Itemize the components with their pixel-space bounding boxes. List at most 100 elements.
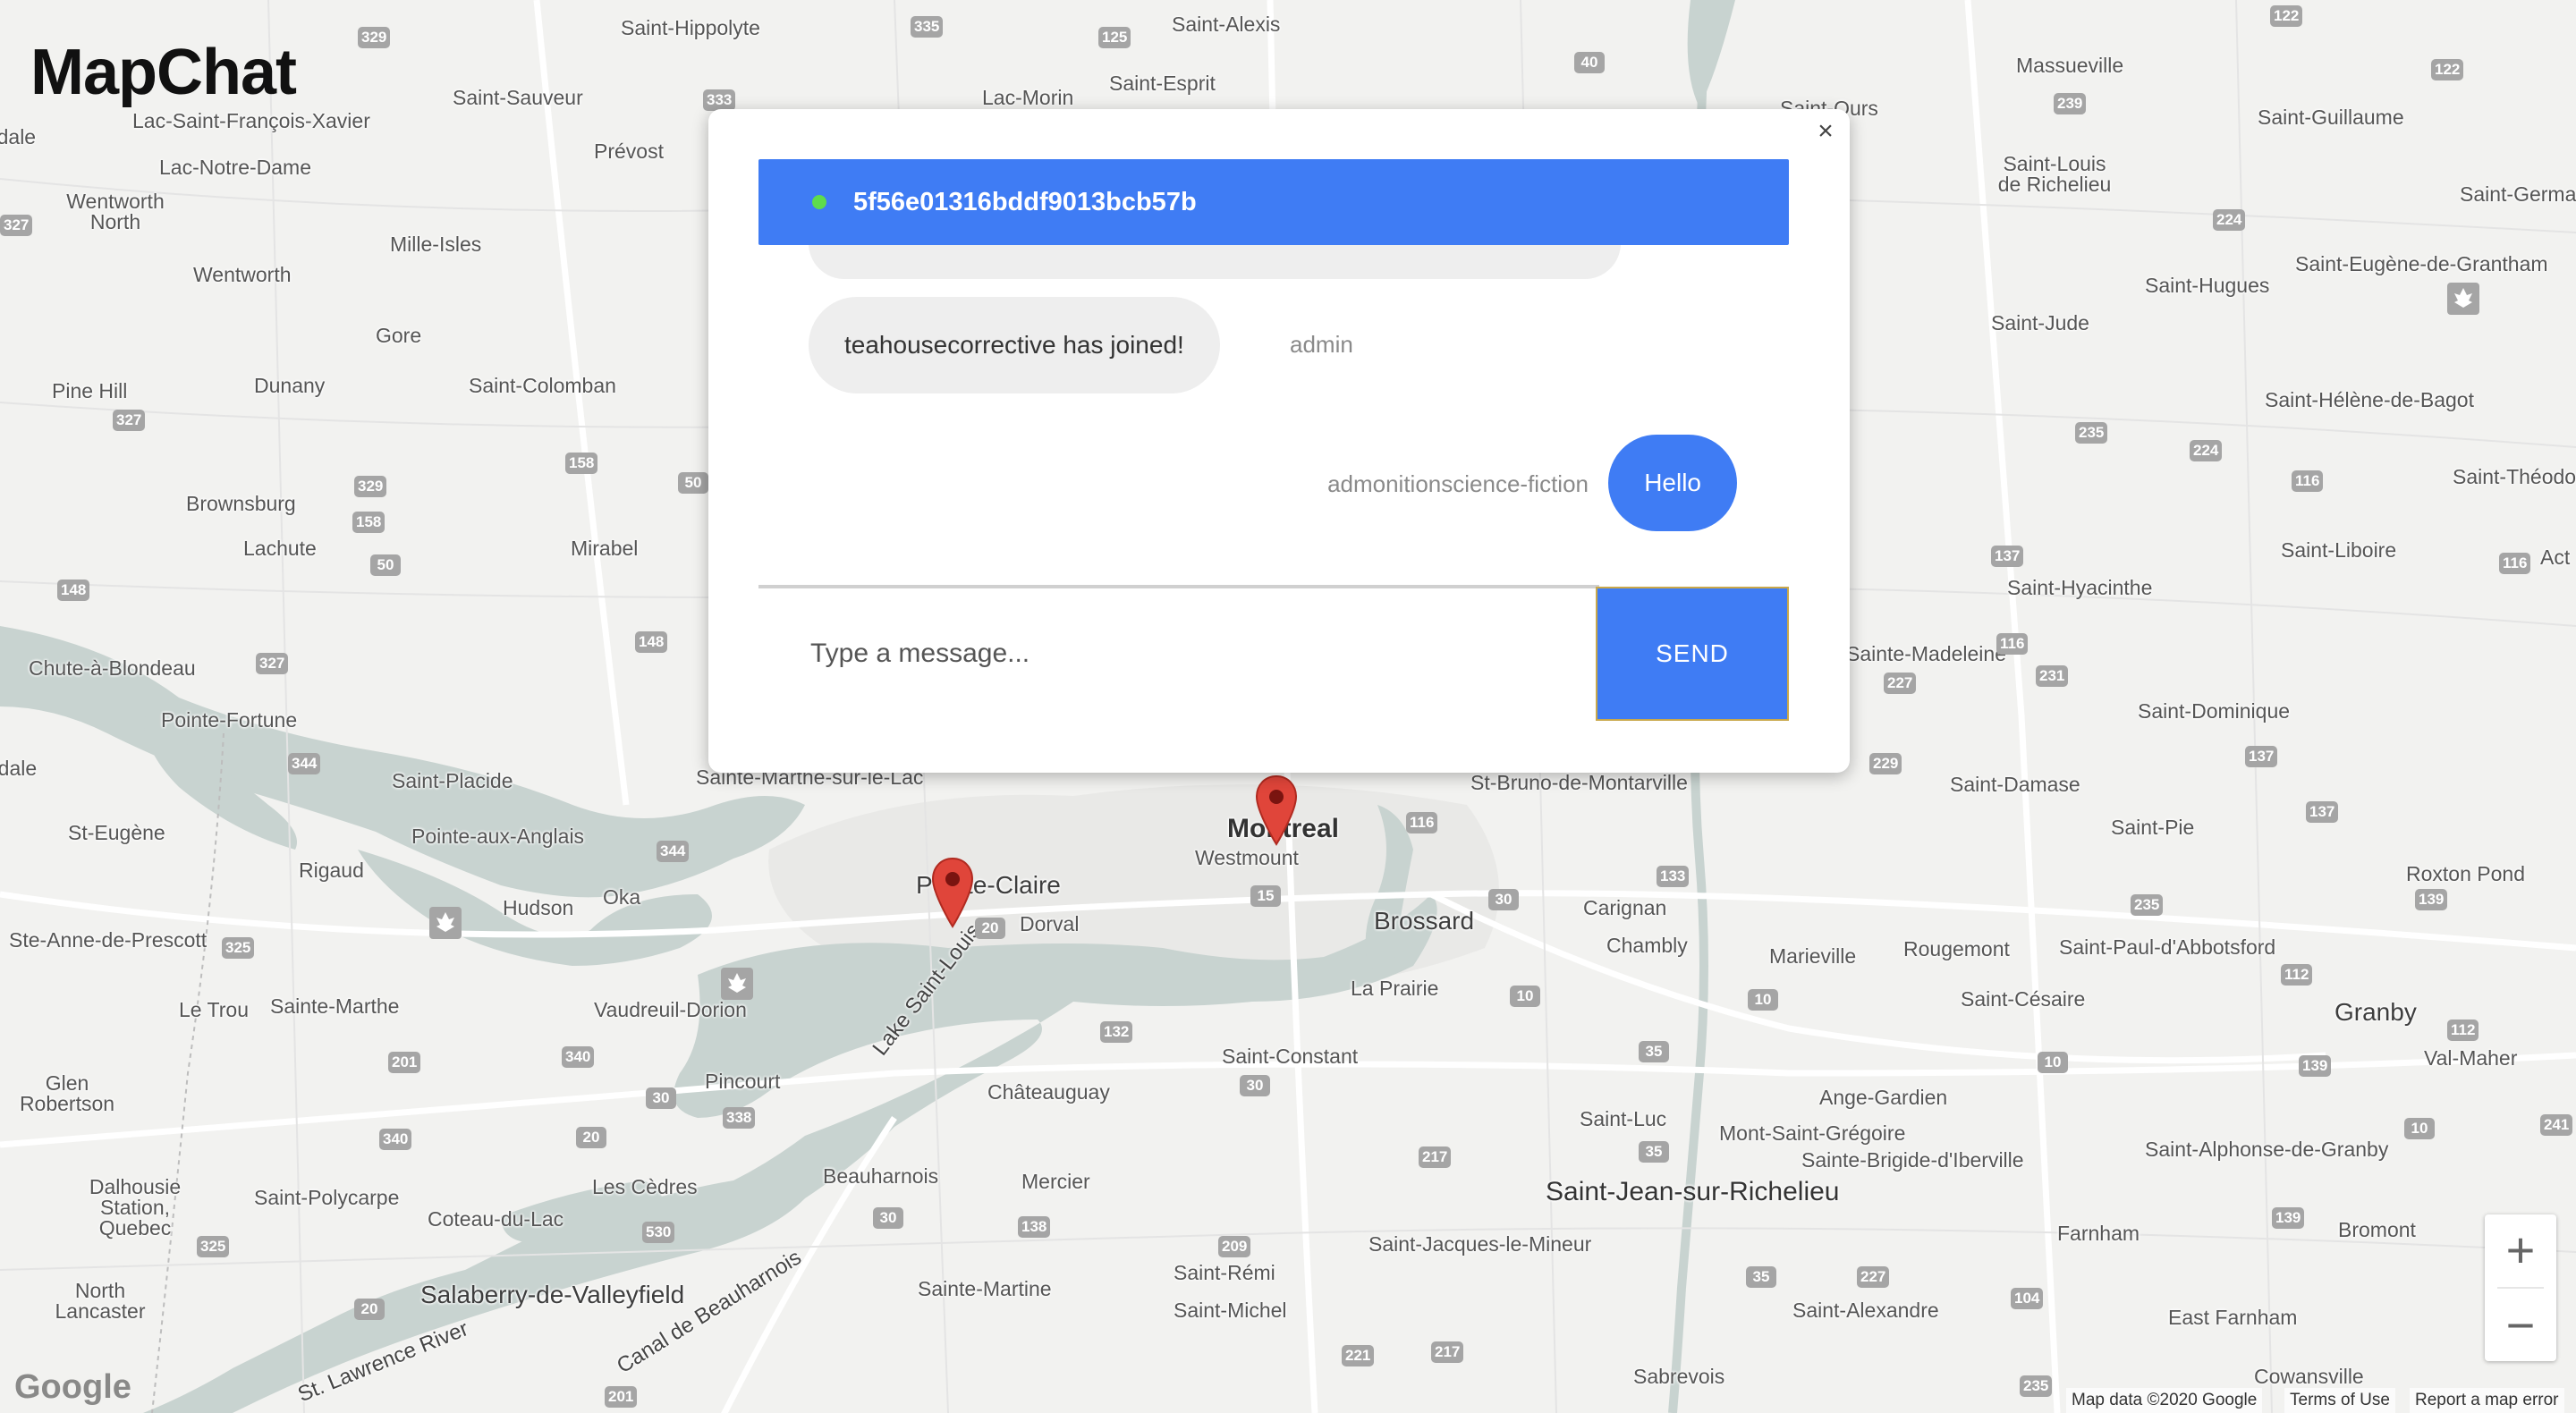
park-icon [2447, 283, 2479, 315]
map-label: Saint-Hugues [2145, 274, 2270, 297]
highway-shield: 125 [1098, 27, 1131, 48]
online-status-icon [812, 195, 826, 209]
highway-shield: 227 [1857, 1266, 1890, 1288]
map-label: Saint-Théodore Quebec [2453, 465, 2576, 488]
highway-shield: 138 [1018, 1216, 1051, 1238]
map-label: Saint-Sauveur [453, 86, 583, 109]
map-label: Saint-Esprit [1109, 72, 1216, 95]
highway-shield: 132 [1100, 1021, 1133, 1043]
map-label: Saint-Placide [392, 769, 513, 792]
highway-shield: 133 [1657, 866, 1690, 887]
message-bubble-partial [809, 245, 1621, 279]
highway-shield: 137 [2245, 746, 2278, 767]
highway-shield: 50 [678, 472, 708, 494]
highway-shield: 335 [911, 16, 944, 38]
highway-shield: 235 [2075, 422, 2108, 444]
map-label: Oka [603, 885, 641, 909]
highway-shield: 104 [2011, 1288, 2044, 1309]
map-label: Saint-Paul-d'Abbotsford [2059, 935, 2276, 959]
map-label: Saint-Luc [1580, 1107, 1667, 1130]
highway-shield: 235 [2020, 1375, 2053, 1397]
map-label: La Prairie [1351, 977, 1439, 1000]
highway-shield: 329 [358, 27, 391, 48]
map-label: Saint-Liboire [2281, 538, 2397, 562]
highway-shield: 50 [370, 554, 401, 576]
highway-shield: 116 [1996, 633, 2029, 655]
map-label: St-Bruno-de-Montarville [1470, 771, 1688, 794]
map-label: Saint-Alexandre [1792, 1299, 1939, 1322]
map-label: Dalhousie Station, Quebec [89, 1175, 182, 1240]
map-label: Carignan [1583, 896, 1667, 919]
highway-shield: 116 [2292, 470, 2324, 492]
highway-shield: 329 [354, 476, 387, 497]
highway-shield: 235 [2131, 894, 2164, 916]
map-label: Farnham [2057, 1222, 2140, 1245]
map-label: Saint-Damase [1950, 773, 2080, 796]
map-label: Act [2540, 546, 2571, 569]
map-label: East Farnham [2168, 1306, 2298, 1329]
highway-shield: 229 [1869, 753, 1902, 774]
highway-shield: 338 [723, 1107, 756, 1129]
highway-shield: 158 [352, 512, 386, 533]
map-label: Saint-Constant [1222, 1045, 1359, 1068]
map-label: North Lancaster [55, 1279, 146, 1323]
zoom-out-button[interactable]: − [2485, 1290, 2556, 1361]
app-logo: MapChat [30, 37, 297, 108]
map-label: Vaudreuil-Dorion [594, 998, 747, 1021]
map-label: Saint-Jude [1991, 311, 2089, 334]
highway-shield: 116 [1406, 812, 1438, 833]
highway-shield: 30 [873, 1207, 903, 1229]
zoom-in-button[interactable]: + [2485, 1214, 2556, 1286]
close-icon[interactable]: × [1809, 114, 1843, 148]
google-logo[interactable]: Google [14, 1368, 131, 1407]
map-label: Saint-Rémi [1174, 1261, 1275, 1284]
map-label: Saint-Guillaume [2258, 106, 2404, 129]
map-label: Prévost [594, 140, 664, 163]
map-label: Lachute [243, 537, 317, 560]
map-label: Bromont [2338, 1218, 2416, 1241]
map-label: Saint-Michel [1174, 1299, 1287, 1322]
map-label: Saint-Hélène-de-Bagot [2265, 388, 2474, 411]
map-label: Massueville [2016, 54, 2124, 77]
highway-shield: 137 [2306, 801, 2339, 823]
report-map-error-link[interactable]: Report a map error [2410, 1388, 2564, 1413]
highway-shield: 10 [1510, 986, 1540, 1007]
highway-shield: 340 [379, 1129, 412, 1150]
map-label: Wentworth [193, 263, 292, 286]
map-label: Brossard [1374, 907, 1475, 935]
map-marker-icon[interactable] [1254, 774, 1299, 846]
map-label: Rougemont [1903, 937, 2010, 960]
highway-shield: 227 [1884, 673, 1917, 694]
send-button[interactable]: SEND [1596, 587, 1789, 721]
map-label: Mercier [1021, 1170, 1090, 1193]
map-label: Roxton Pond [2406, 862, 2525, 885]
highway-shield: 112 [2447, 1020, 2479, 1041]
highway-shield: 40 [1574, 52, 1605, 73]
map-label: Saint-Louis de Richelieu [1997, 152, 2112, 196]
map-label: Saint-Alexis [1172, 13, 1281, 36]
map-marker-icon[interactable] [930, 857, 975, 928]
highway-shield: 112 [2281, 964, 2313, 986]
map-label: Sainte-Martine [918, 1277, 1052, 1300]
map-label: Ange-Gardien [1819, 1086, 1948, 1109]
map-label: Rigaud [299, 859, 364, 882]
highway-shield: 10 [2404, 1118, 2435, 1139]
message-input[interactable] [758, 588, 1599, 719]
chat-header: 5f56e01316bddf9013bcb57b [758, 159, 1789, 245]
highway-shield: 122 [2270, 5, 2303, 27]
highway-shield: 530 [642, 1222, 675, 1243]
highway-shield: 224 [2190, 440, 2223, 461]
map-label: Saint-Germain [2460, 182, 2576, 206]
terms-of-use-link[interactable]: Terms of Use [2284, 1388, 2395, 1413]
highway-shield: 30 [1488, 889, 1519, 910]
message-sender: admin [1290, 331, 1353, 358]
zoom-control: + − [2485, 1214, 2556, 1361]
map-label: Le Trou [179, 998, 249, 1021]
map-label: Marieville [1769, 944, 1857, 968]
highway-shield: 239 [2054, 93, 2087, 114]
map-label: Saint-Eugène-de-Grantham [2295, 252, 2548, 275]
map-label: Sainte-Marthe [270, 994, 400, 1018]
chat-room-id: 5f56e01316bddf9013bcb57b [853, 187, 1197, 216]
highway-shield: 139 [2299, 1055, 2332, 1077]
map-label: Beauharnois [823, 1164, 939, 1188]
